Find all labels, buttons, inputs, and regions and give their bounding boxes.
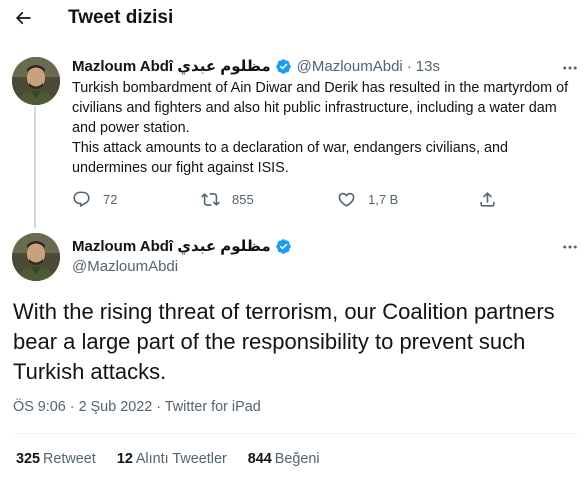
retweet-stat[interactable]: 325 Retweet [16, 451, 96, 467]
more-horizontal-icon [563, 245, 577, 249]
main-more-button[interactable] [560, 237, 580, 257]
reply-count: 72 [103, 192, 118, 207]
page-title: Tweet dizisi [68, 7, 174, 28]
like-stat-label: Beğeni [274, 451, 320, 467]
tweet-actions: 72 855 1,7 B [72, 190, 512, 212]
tweet-paragraph: Turkish bombardment of Ain Diwar and Der… [72, 80, 569, 136]
page-header: Tweet dizisi [0, 0, 588, 38]
arrow-left-icon [15, 11, 31, 25]
quote-stat-label: Alıntı Tweetler [135, 451, 227, 467]
main-tweet-text: With the rising threat of terrorism, our… [13, 299, 555, 384]
heart-icon [338, 192, 355, 207]
parent-more-button[interactable] [560, 58, 580, 78]
main-tweet-handle-row: @MazloumAbdi [72, 258, 178, 275]
share-button[interactable] [478, 190, 497, 209]
main-tweet-name-row: Mazloum Abdî مظلوم عبدي [72, 237, 292, 255]
tweet-time[interactable]: 13s [416, 58, 440, 75]
like-stat[interactable]: 844 Beğeni [248, 451, 320, 467]
like-stat-count: 844 [247, 451, 272, 467]
avatar[interactable] [12, 233, 60, 281]
thread-line [34, 106, 36, 228]
display-name[interactable]: Mazloum Abdî مظلوم عبدي [72, 57, 271, 75]
user-handle[interactable]: @MazloumAbdi [297, 58, 403, 75]
like-count: 1,7 B [368, 192, 399, 207]
back-button[interactable] [8, 3, 38, 33]
verified-badge-icon [275, 58, 292, 75]
retweet-icon [201, 193, 220, 206]
tweet-stats: 325 Retweet 12 Alıntı Tweetler 844 Beğeni [16, 451, 341, 467]
retweet-stat-label: Retweet [43, 451, 96, 467]
reply-button[interactable]: 72 [72, 190, 117, 209]
retweet-count: 855 [232, 192, 254, 207]
reply-icon [73, 191, 90, 208]
avatar[interactable] [12, 57, 60, 105]
user-handle[interactable]: @MazloumAbdi [72, 258, 178, 275]
divider [13, 433, 578, 434]
quote-stat-count: 12 [116, 451, 133, 467]
retweet-stat-count: 325 [16, 451, 41, 467]
tweet-meta[interactable]: ÖS 9:06 · 2 Şub 2022 · Twitter for iPad [13, 399, 261, 415]
share-icon [480, 192, 495, 207]
display-name[interactable]: Mazloum Abdî مظلوم عبدي [72, 237, 271, 255]
retweet-button[interactable]: 855 [201, 190, 254, 209]
parent-tweet-text: Turkish bombardment of Ain Diwar and Der… [72, 78, 582, 178]
like-button[interactable]: 1,7 B [337, 190, 398, 209]
quote-stat[interactable]: 12 Alıntı Tweetler [117, 451, 227, 467]
tweet-paragraph: This attack amounts to a declaration of … [72, 140, 508, 176]
verified-badge-icon [275, 238, 292, 255]
more-horizontal-icon [563, 66, 577, 70]
meta-separator: · [406, 57, 412, 75]
parent-tweet-header: Mazloum Abdî مظلوم عبدي @MazloumAbdi · 1… [72, 57, 440, 76]
